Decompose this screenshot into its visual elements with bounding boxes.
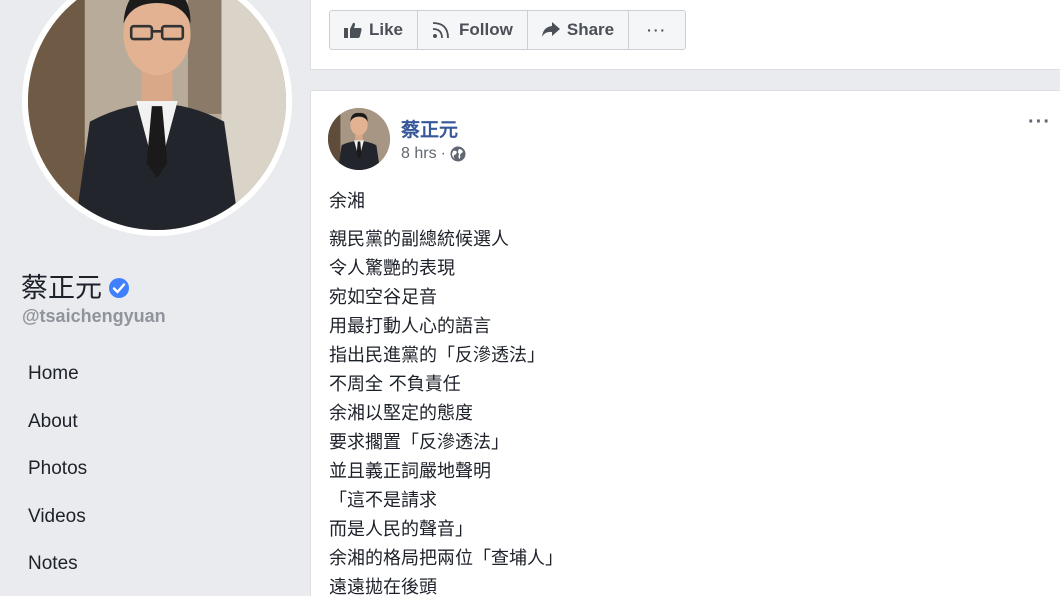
post-line: 要求擱置「反滲透法」	[329, 432, 509, 453]
nav-item-about[interactable]: About	[28, 410, 87, 458]
share-button[interactable]: Share	[528, 11, 630, 49]
like-label: Like	[369, 20, 404, 39]
post-line: 令人驚艷的表現	[329, 258, 455, 279]
nav-item-home[interactable]: Home	[28, 362, 87, 410]
profile-handle[interactable]: @tsaichengyuan	[22, 306, 166, 327]
page-action-card: Like Follow Share ···	[310, 0, 1060, 70]
post-line: 並且義正詞嚴地聲明	[329, 461, 491, 482]
post-options-button[interactable]: ···	[1028, 111, 1051, 134]
follow-label: Follow	[459, 20, 513, 39]
globe-icon[interactable]	[450, 146, 466, 162]
post-line: 宛如空谷足音	[329, 287, 437, 308]
post-line: 遠遠拋在後頭	[329, 577, 437, 596]
more-options-button[interactable]: ···	[629, 11, 685, 49]
post-line: 余湘	[329, 191, 365, 212]
profile-photo	[28, 0, 286, 230]
like-button[interactable]: Like	[330, 11, 419, 49]
left-column: 蔡正元 @tsaichengyuan Home About Photos Vid…	[0, 0, 310, 596]
profile-name-text: 蔡正元	[21, 273, 102, 304]
post-line: 「這不是請求	[329, 490, 437, 511]
post-card: 蔡正元 8 hrs · ··· 余湘 親民黨的副總統候選人 令人驚艷的表現 宛如…	[310, 90, 1060, 596]
follow-button[interactable]: Follow	[418, 11, 528, 49]
page-nav: Home About Photos Videos Notes	[28, 362, 87, 596]
author-photo	[328, 108, 390, 170]
post-timestamp[interactable]: 8 hrs	[401, 145, 437, 163]
facebook-page: 蔡正元 @tsaichengyuan Home About Photos Vid…	[0, 0, 1060, 596]
post-line: 親民黨的副總統候選人	[329, 229, 509, 250]
rss-icon	[432, 22, 449, 39]
post-meta: 8 hrs ·	[401, 145, 466, 163]
post-line: 而是人民的聲音」	[329, 519, 473, 540]
share-arrow-icon	[541, 22, 560, 37]
nav-item-photos[interactable]: Photos	[28, 457, 87, 505]
post-body: 余湘 親民黨的副總統候選人 令人驚艷的表現 宛如空谷足音 用最打動人心的語言 指…	[329, 187, 1029, 596]
post-line: 用最打動人心的語言	[329, 316, 491, 337]
post-line: 余湘以堅定的態度	[329, 403, 473, 424]
meta-separator: ·	[440, 145, 446, 162]
nav-item-notes[interactable]: Notes	[28, 552, 87, 596]
post-line: 指出民進黨的「反滲透法」	[329, 345, 545, 366]
profile-picture[interactable]	[22, 0, 292, 236]
share-label: Share	[566, 20, 615, 39]
verified-badge-icon	[108, 275, 130, 298]
profile-name[interactable]: 蔡正元	[21, 266, 130, 305]
post-line: 不周全 不負責任	[329, 374, 461, 395]
post-author-avatar[interactable]	[328, 108, 390, 170]
nav-item-videos[interactable]: Videos	[28, 505, 87, 553]
action-bar: Like Follow Share ···	[329, 10, 687, 50]
post-line: 余湘的格局把兩位「查埔人」	[329, 548, 563, 569]
post-author-name[interactable]: 蔡正元	[401, 115, 458, 142]
thumbs-up-icon	[344, 22, 362, 38]
